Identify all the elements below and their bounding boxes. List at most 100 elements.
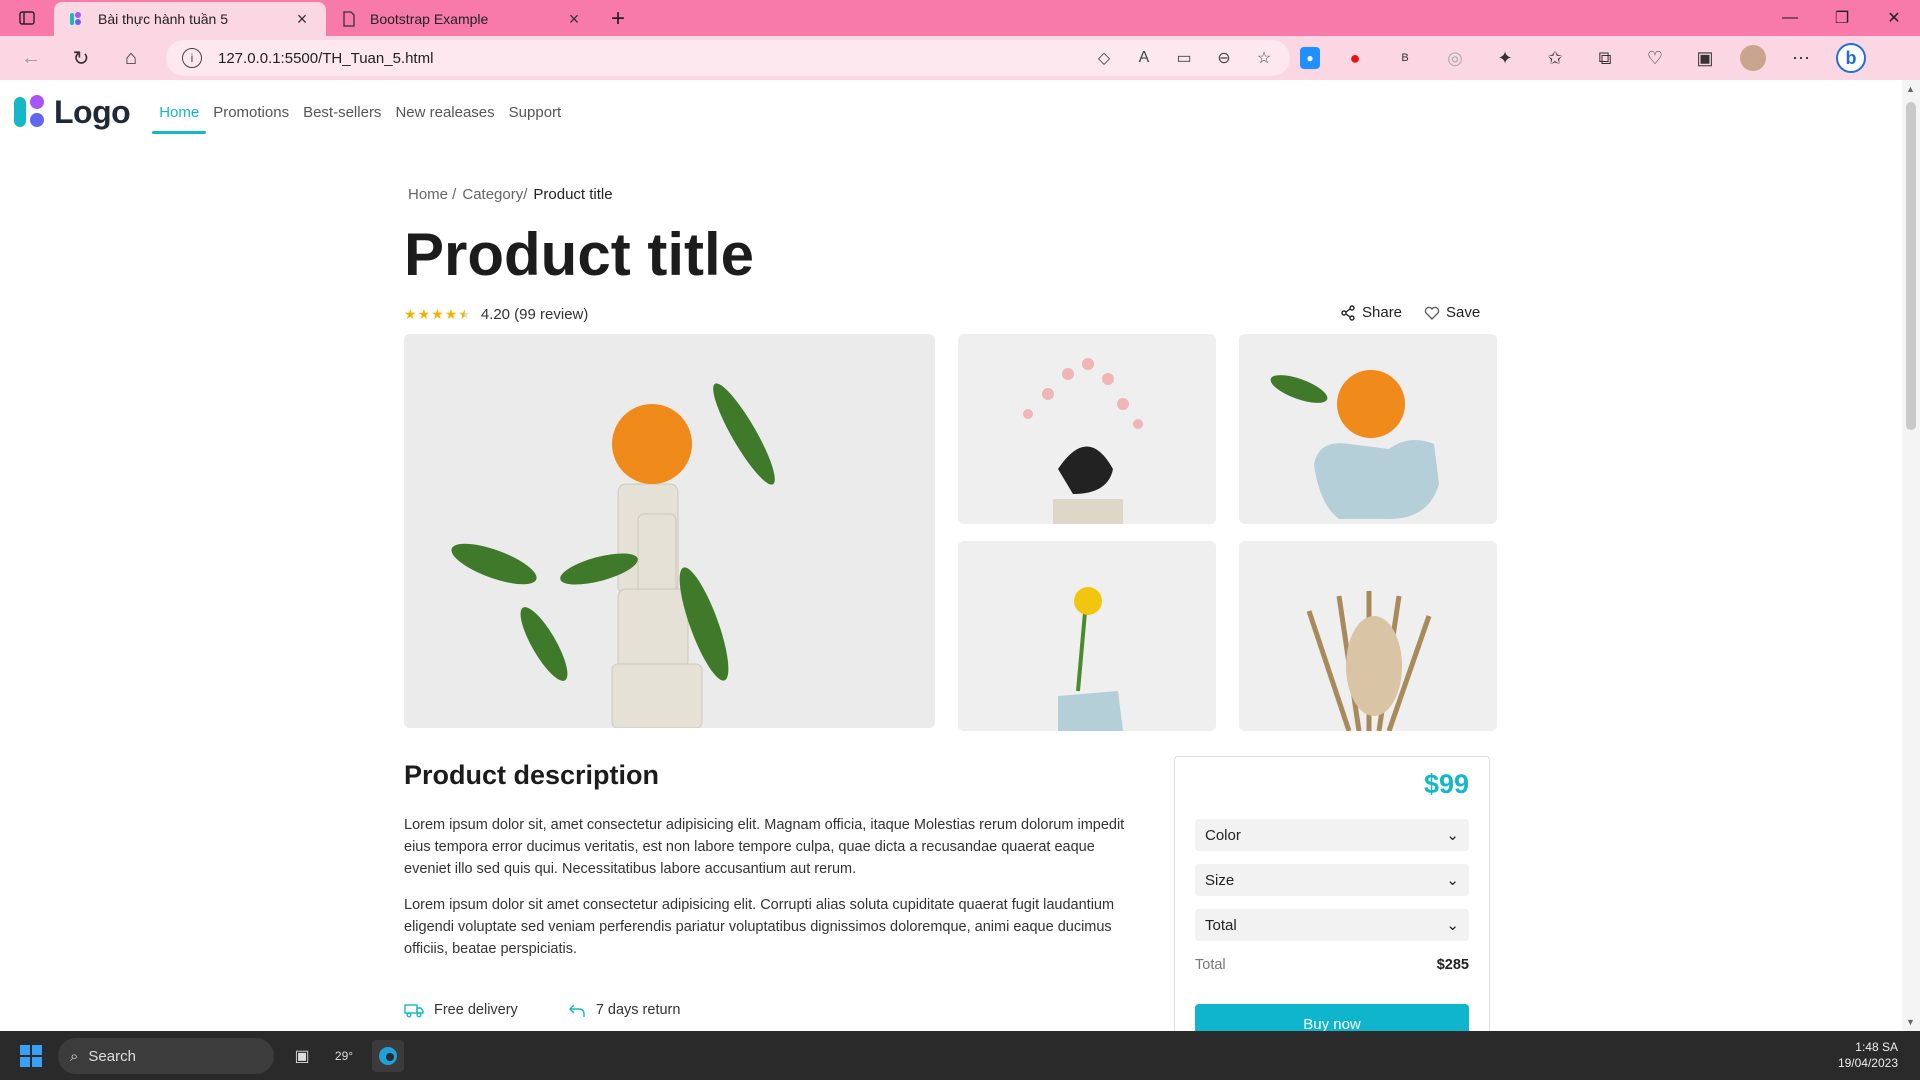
new-tab-button[interactable]: + <box>598 2 638 36</box>
tab-bai-thuc-hanh[interactable]: Bài thực hành tuần 5 × <box>54 2 326 36</box>
product-main-image[interactable] <box>404 334 935 728</box>
star-icon: ★ <box>431 306 444 322</box>
edge-taskbar-icon[interactable] <box>372 1040 404 1072</box>
site-info-icon[interactable]: i <box>182 48 202 68</box>
product-rating: ★ ★ ★ ★ ★ 4.20 (99 review) <box>404 306 588 323</box>
breadcrumb-home[interactable]: Home / <box>408 186 456 203</box>
truck-icon <box>404 1004 424 1018</box>
favorites-icon[interactable]: ✩ <box>1540 43 1570 73</box>
extensions-bar: ● ● B ◎ ✦ ✩ ⧉ ♡ ▣ ⋯ b <box>1300 40 1866 76</box>
share-button[interactable]: Share <box>1340 304 1402 321</box>
weather-icon[interactable]: 29° <box>328 1040 360 1072</box>
product-thumb-dried-plant[interactable] <box>1239 541 1497 731</box>
home-icon[interactable]: ⌂ <box>106 38 156 78</box>
product-thumb-flowers[interactable] <box>958 334 1216 524</box>
chevron-down-icon: ⌄ <box>1446 827 1459 844</box>
description-title: Product description <box>404 760 660 790</box>
site-logo[interactable]: Logo <box>14 93 131 131</box>
nav-home[interactable]: Home <box>152 90 207 134</box>
favorite-star-icon[interactable]: ☆ <box>1252 46 1276 70</box>
feature-label: 7 days return <box>595 1002 681 1018</box>
scrollbar-thumb[interactable] <box>1906 102 1916 430</box>
product-actions: Share Save <box>1340 304 1480 321</box>
immersive-reader-icon[interactable]: ▭ <box>1172 46 1196 70</box>
buy-now-button[interactable]: Buy now <box>1195 1004 1469 1031</box>
extension-b-icon[interactable]: B <box>1390 43 1420 73</box>
browser-toolbar: ← ↻ ⌂ i 127.0.0.1:5500/TH_Tuan_5.html ◇ … <box>0 36 1920 80</box>
scroll-down-icon[interactable]: ▼ <box>1906 1017 1915 1027</box>
tab-bootstrap-example[interactable]: Bootstrap Example × <box>326 2 598 36</box>
logo-text: Logo <box>54 93 131 130</box>
save-button[interactable]: Save <box>1424 304 1480 321</box>
weather-temp: 29° <box>334 1049 354 1063</box>
chevron-down-icon: ⌄ <box>1446 917 1459 934</box>
feature-label: Free delivery <box>434 1002 518 1018</box>
more-menu-icon[interactable]: ⋯ <box>1786 43 1816 73</box>
task-view-icon[interactable]: ▣ <box>286 1040 318 1072</box>
url-text[interactable]: 127.0.0.1:5500/TH_Tuan_5.html <box>218 50 1092 67</box>
half-star-icon: ★ <box>458 306 471 322</box>
extension-drop-icon[interactable]: ● <box>1300 47 1320 69</box>
description-paragraph-1: Lorem ipsum dolor sit, amet consectetur … <box>404 817 1125 877</box>
description-paragraph-2: Lorem ipsum dolor sit amet consectetur a… <box>404 897 1115 957</box>
tag-icon[interactable]: ◇ <box>1092 46 1116 70</box>
back-icon[interactable]: ← <box>6 38 56 78</box>
zoom-icon[interactable]: ⊖ <box>1212 46 1236 70</box>
product-thumb-orange-vase[interactable] <box>1239 334 1497 524</box>
site-favicon-icon <box>68 10 86 28</box>
system-clock[interactable]: 1:48 SA 19/04/2023 <box>1838 1039 1898 1071</box>
taskbar-search[interactable]: ⌕ Search <box>58 1038 274 1074</box>
feature-list: Free delivery 7 days return <box>404 1002 680 1018</box>
page-scrollbar[interactable]: ▲ ▼ <box>1902 80 1920 1031</box>
address-bar[interactable]: i 127.0.0.1:5500/TH_Tuan_5.html ◇ A ▭ ⊖ … <box>166 40 1290 76</box>
window-controls: — ❐ ✕ <box>1764 0 1920 36</box>
nav-links: Home Promotions Best-sellers New realeas… <box>152 90 568 134</box>
chevron-down-icon: ⌄ <box>1446 872 1459 889</box>
windows-taskbar: ⌕ Search ▣ 29° 1:48 SA 19/04/2023 <box>0 1031 1920 1080</box>
page-title: Product title <box>404 221 755 288</box>
copilot-icon[interactable]: b <box>1836 43 1866 73</box>
restore-icon[interactable]: ❐ <box>1816 0 1868 36</box>
total-select[interactable]: Total ⌄ <box>1195 909 1469 941</box>
close-tab-icon[interactable]: × <box>292 9 312 29</box>
tab-actions-icon[interactable] <box>0 0 54 36</box>
color-select[interactable]: Color ⌄ <box>1195 819 1469 851</box>
star-icon: ★ <box>404 306 417 322</box>
share-icon <box>1341 304 1355 321</box>
extension-red-icon[interactable]: ● <box>1340 43 1370 73</box>
feature-free-delivery: Free delivery <box>404 1002 518 1018</box>
profile-avatar[interactable] <box>1740 45 1766 71</box>
web-page: Logo Home Promotions Best-sellers New re… <box>0 80 1902 1031</box>
workspaces-icon[interactable]: ▣ <box>1690 43 1720 73</box>
close-window-icon[interactable]: ✕ <box>1868 0 1920 36</box>
refresh-icon[interactable]: ↻ <box>56 38 106 78</box>
breadcrumb: Home / Category/ Product title <box>408 186 613 203</box>
product-thumb-yellow-flower[interactable] <box>958 541 1216 731</box>
product-price: $99 <box>1423 769 1469 799</box>
scroll-up-icon[interactable]: ▲ <box>1906 84 1915 94</box>
save-label: Save <box>1446 304 1481 321</box>
collections-icon[interactable]: ⧉ <box>1590 43 1620 73</box>
clock-date: 19/04/2023 <box>1837 1056 1898 1070</box>
star-icon: ★ <box>444 306 458 322</box>
total-value: $285 <box>1436 957 1469 973</box>
nav-promotions[interactable]: Promotions <box>206 90 296 134</box>
minimize-icon[interactable]: — <box>1764 0 1816 36</box>
nav-new-releases[interactable]: New realeases <box>388 90 501 134</box>
extension-compass-icon[interactable]: ◎ <box>1440 43 1470 73</box>
nav-best-sellers[interactable]: Best-sellers <box>296 90 388 134</box>
start-icon[interactable] <box>20 1045 42 1067</box>
tab-label: Bài thực hành tuần 5 <box>98 11 229 27</box>
page-icon <box>340 10 358 28</box>
select-value: Color <box>1205 826 1241 844</box>
size-select[interactable]: Size ⌄ <box>1195 864 1469 896</box>
search-label: Search <box>88 1047 136 1065</box>
rating-text: 4.20 (99 review) <box>480 306 589 323</box>
browser-essentials-icon[interactable]: ♡ <box>1640 43 1670 73</box>
breadcrumb-category[interactable]: Category/ <box>462 186 527 203</box>
star-icon: ★ <box>417 306 431 322</box>
read-aloud-icon[interactable]: A <box>1132 46 1156 70</box>
extensions-puzzle-icon[interactable]: ✦ <box>1490 43 1520 73</box>
nav-support[interactable]: Support <box>502 90 569 134</box>
close-tab-icon[interactable]: × <box>564 9 584 29</box>
